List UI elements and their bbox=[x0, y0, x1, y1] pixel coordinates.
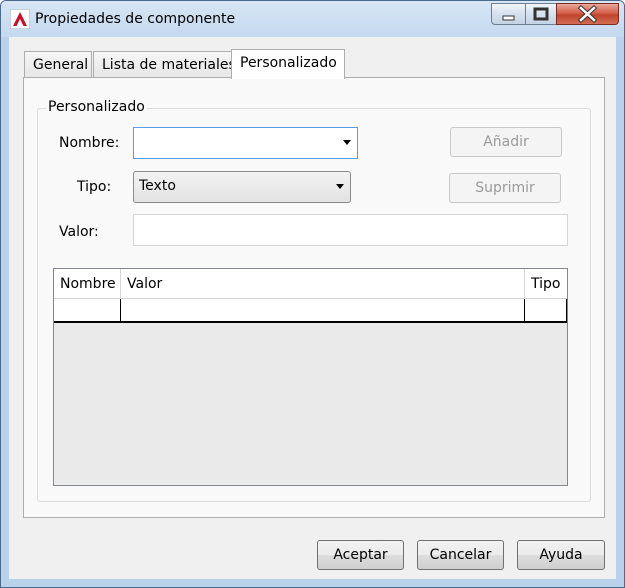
nombre-combobox[interactable] bbox=[133, 127, 358, 159]
tab-personalizado[interactable]: Personalizado bbox=[231, 49, 345, 79]
nombre-label: Nombre: bbox=[59, 135, 120, 151]
tipo-combobox[interactable]: Texto bbox=[133, 171, 351, 203]
delete-button[interactable]: Suprimir bbox=[449, 173, 561, 203]
cell-nombre[interactable] bbox=[54, 299, 121, 321]
close-button[interactable] bbox=[556, 3, 619, 25]
cell-tipo[interactable] bbox=[525, 299, 567, 321]
column-header-tipo[interactable]: Tipo bbox=[525, 269, 567, 299]
help-button[interactable]: Ayuda bbox=[517, 540, 605, 570]
dialog-window: Propiedades de componente General Lista … bbox=[0, 0, 625, 588]
column-header-nombre[interactable]: Nombre bbox=[54, 269, 121, 299]
maximize-button[interactable] bbox=[525, 3, 557, 25]
tab-panel-personalizado: Personalizado Nombre: Añadir Tipo: Texto… bbox=[23, 77, 605, 518]
table-row[interactable] bbox=[54, 299, 567, 323]
properties-grid[interactable]: Nombre Valor Tipo bbox=[53, 268, 568, 486]
chevron-down-icon[interactable] bbox=[343, 140, 351, 145]
tab-general[interactable]: General bbox=[24, 51, 92, 78]
valor-label: Valor: bbox=[59, 224, 99, 240]
column-header-valor[interactable]: Valor bbox=[121, 269, 525, 299]
cell-valor[interactable] bbox=[121, 299, 525, 321]
chevron-down-icon[interactable] bbox=[336, 184, 344, 189]
grid-header: Nombre Valor Tipo bbox=[54, 269, 567, 299]
maximize-icon bbox=[533, 7, 549, 21]
tipo-value: Texto bbox=[139, 178, 176, 194]
valor-input[interactable] bbox=[133, 214, 568, 246]
autocad-app-icon bbox=[10, 9, 30, 29]
group-legend: Personalizado bbox=[46, 99, 147, 115]
tipo-label: Tipo: bbox=[77, 179, 112, 195]
window-title: Propiedades de componente bbox=[35, 11, 236, 27]
tab-lista-de-materiales[interactable]: Lista de materiales bbox=[93, 51, 236, 78]
accept-button[interactable]: Aceptar bbox=[317, 540, 404, 570]
cancel-button[interactable]: Cancelar bbox=[417, 540, 504, 570]
minimize-button[interactable] bbox=[491, 3, 526, 25]
close-icon bbox=[577, 4, 598, 24]
minimize-icon bbox=[502, 15, 515, 21]
dialog-client-area: General Lista de materiales Personalizad… bbox=[9, 37, 616, 579]
title-bar[interactable]: Propiedades de componente bbox=[1, 1, 624, 37]
add-button[interactable]: Añadir bbox=[450, 127, 562, 157]
